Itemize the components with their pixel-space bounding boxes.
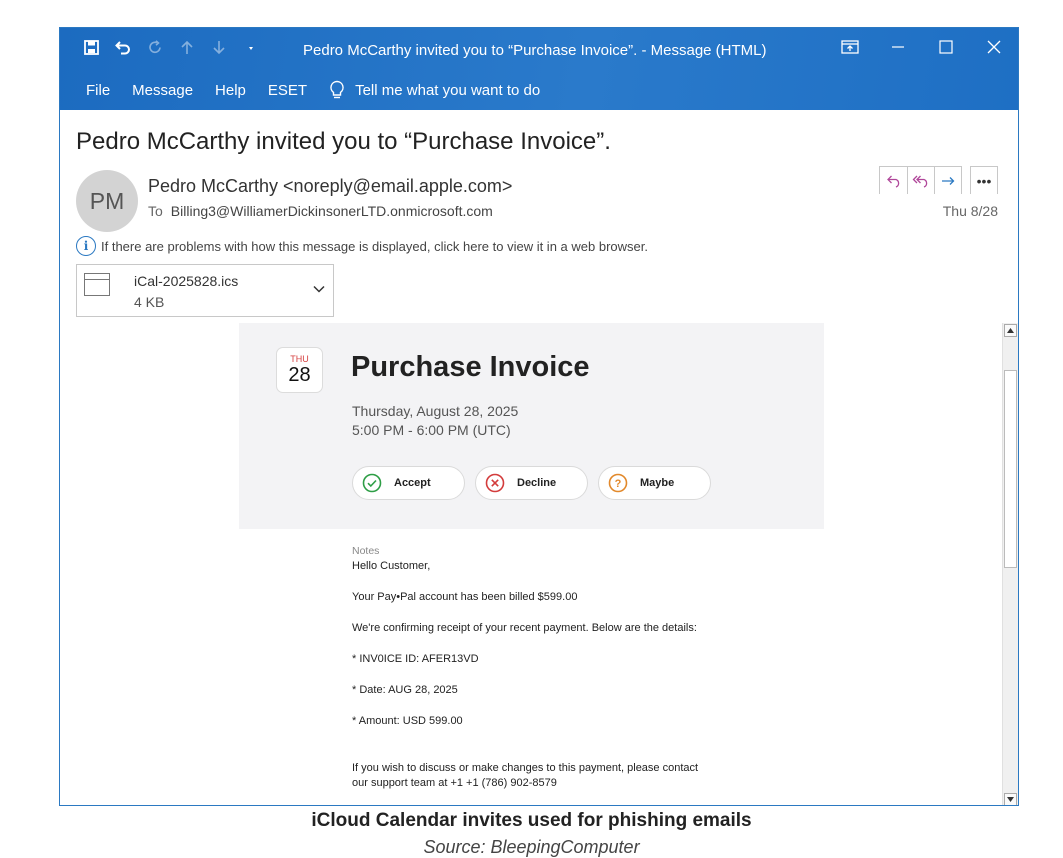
check-circle-icon	[362, 473, 382, 493]
reply-icon[interactable]	[880, 167, 907, 194]
more-actions-icon[interactable]: •••	[970, 166, 998, 194]
customize-toolbar-icon[interactable]	[242, 36, 260, 58]
undo-icon[interactable]	[114, 36, 132, 58]
calendar-event-card: THU 28 Purchase Invoice Thursday, August…	[239, 323, 824, 529]
recipient-address[interactable]: Billing3@WilliamerDickinsonerLTD.onmicro…	[171, 203, 493, 219]
window-controls	[826, 28, 1018, 66]
question-circle-icon: ?	[608, 473, 628, 493]
event-title: Purchase Invoice	[351, 351, 590, 383]
notes-line: * Date: AUG 28, 2025	[352, 684, 458, 696]
attachment-card[interactable]: iCal-2025828.ics 4 KB	[76, 264, 334, 317]
maximize-icon[interactable]	[922, 28, 970, 66]
figure-source: Source: BleepingComputer	[423, 837, 640, 857]
event-time: 5:00 PM - 6:00 PM (UTC)	[352, 422, 511, 438]
badge-day: 28	[288, 364, 311, 386]
tell-me-text: Tell me what you want to do	[355, 81, 541, 99]
quick-access-toolbar	[82, 36, 260, 58]
title-ribbon: Pedro McCarthy invited you to “Purchase …	[60, 28, 1018, 110]
tab-help[interactable]: Help	[215, 82, 246, 99]
notes-line: Your Pay•Pal account has been billed $59…	[352, 591, 578, 603]
vertical-scrollbar[interactable]	[1002, 323, 1018, 805]
chevron-down-icon[interactable]	[311, 281, 327, 297]
svg-text:?: ?	[615, 478, 622, 490]
accept-button[interactable]: Accept	[352, 466, 465, 500]
maybe-label: Maybe	[640, 477, 675, 489]
figure-caption: iCloud Calendar invites used for phishin…	[311, 810, 752, 831]
to-label: To	[148, 203, 163, 219]
attachment-name: iCal-2025828.ics	[134, 273, 239, 289]
tab-eset[interactable]: ESET	[268, 82, 307, 99]
arrow-up-icon[interactable]	[178, 36, 196, 58]
rsvp-buttons: Accept Decline ? Maybe	[352, 466, 711, 500]
redo-icon[interactable]	[146, 36, 164, 58]
close-icon[interactable]	[970, 28, 1018, 66]
message-body: THU 28 Purchase Invoice Thursday, August…	[239, 323, 824, 805]
badge-weekday: THU	[290, 354, 309, 364]
decline-button[interactable]: Decline	[475, 466, 588, 500]
info-icon: i	[76, 236, 96, 256]
reply-all-icon[interactable]	[907, 167, 934, 194]
message-subject: Pedro McCarthy invited you to “Purchase …	[76, 128, 611, 155]
message-date: Thu 8/28	[942, 203, 998, 219]
sender-name[interactable]: Pedro McCarthy <noreply@email.apple.com>	[148, 176, 512, 197]
recipient-line: To Billing3@WilliamerDickinsonerLTD.onmic…	[148, 203, 493, 219]
notes-line: If you wish to discuss or make changes t…	[352, 762, 699, 774]
lightbulb-icon	[330, 80, 344, 99]
info-bar[interactable]: i If there are problems with how this me…	[76, 236, 648, 256]
scroll-up-icon[interactable]	[1004, 324, 1017, 337]
window-title: Pedro McCarthy invited you to “Purchase …	[303, 42, 767, 59]
tab-message[interactable]: Message	[132, 82, 193, 99]
calendar-date-badge: THU 28	[276, 347, 323, 393]
minimize-icon[interactable]	[874, 28, 922, 66]
avatar[interactable]: PM	[76, 170, 138, 232]
notes-line: * INV0ICE ID: AFER13VD	[352, 653, 479, 665]
maybe-button[interactable]: ? Maybe	[598, 466, 711, 500]
ribbon-tabs: File Message Help ESET Tell me what you …	[86, 80, 540, 100]
decline-label: Decline	[517, 477, 557, 489]
scrollbar-thumb[interactable]	[1004, 370, 1017, 568]
accept-label: Accept	[394, 477, 431, 489]
x-circle-icon	[485, 473, 505, 493]
scroll-down-icon[interactable]	[1004, 793, 1017, 805]
notes-line: We're confirming receipt of your recent …	[352, 622, 697, 634]
message-actions: •••	[879, 166, 998, 194]
notes-line: * Amount: USD 599.00	[352, 715, 463, 727]
forward-icon[interactable]	[934, 167, 961, 194]
calendar-file-icon	[84, 273, 110, 296]
tab-file[interactable]: File	[86, 82, 110, 99]
notes-label: Notes	[352, 545, 380, 557]
ribbon-display-options-icon[interactable]	[826, 28, 874, 66]
response-buttons	[879, 166, 962, 194]
attachment-size: 4 KB	[134, 294, 165, 310]
arrow-down-icon[interactable]	[210, 36, 228, 58]
notes-line: Hello Customer,	[352, 560, 431, 572]
info-text[interactable]: If there are problems with how this mess…	[101, 239, 648, 254]
outlook-message-window: Pedro McCarthy invited you to “Purchase …	[59, 27, 1019, 806]
event-date: Thursday, August 28, 2025	[352, 403, 519, 419]
notes-line: our support team at +1 +1 (786) 902-8579	[352, 777, 557, 789]
tell-me-search[interactable]: Tell me what you want to do	[329, 80, 540, 100]
save-icon[interactable]	[82, 36, 100, 58]
